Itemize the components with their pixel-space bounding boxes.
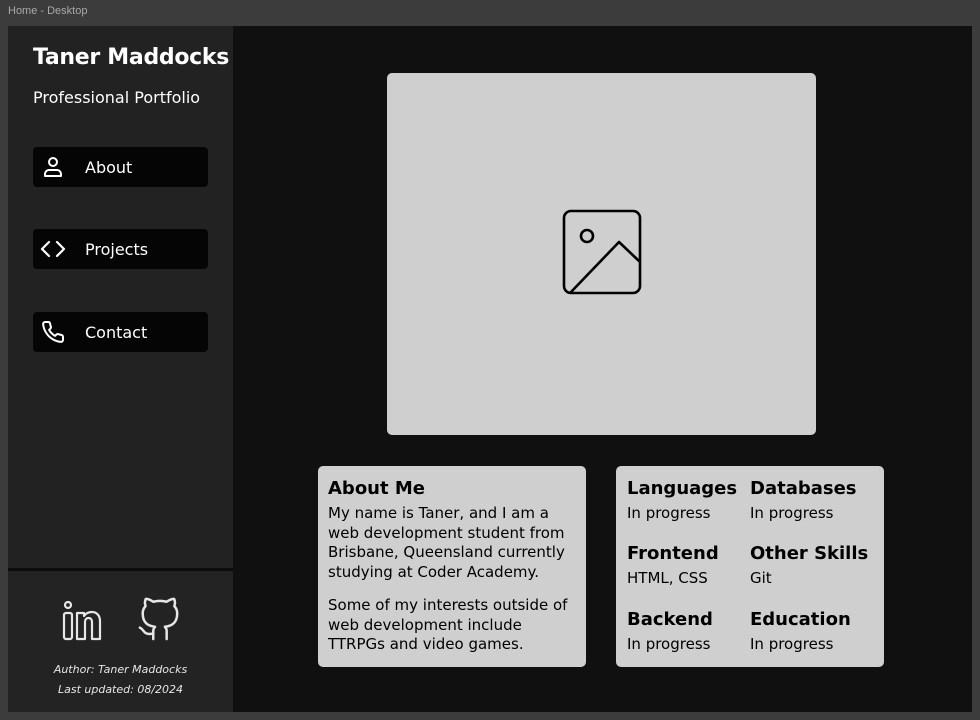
skill-languages: Languages In progress	[627, 478, 757, 523]
nav-contact-button[interactable]: Contact	[33, 312, 208, 352]
skill-value: In progress	[627, 635, 711, 653]
skill-title: Education	[750, 609, 851, 630]
image-placeholder-icon	[562, 209, 642, 300]
sidebar-footer: Author: Taner Maddocks Last updated: 08/…	[8, 568, 233, 712]
skill-title: Databases	[750, 478, 857, 499]
skill-value: In progress	[750, 635, 834, 653]
user-icon	[40, 154, 66, 180]
author-credit: Author: Taner Maddocks	[53, 663, 188, 676]
about-paragraph-1: My name is Taner, and I am a web develop…	[328, 504, 565, 581]
nav-about-button[interactable]: About	[33, 147, 208, 187]
hero-image-placeholder	[387, 73, 816, 435]
skill-value: In progress	[627, 504, 711, 522]
skill-databases: Databases In progress	[750, 478, 880, 523]
nav-about-label: About	[85, 157, 133, 177]
about-paragraph-2: Some of my interests outside of web deve…	[328, 596, 568, 653]
github-icon[interactable]	[136, 597, 182, 643]
skill-title: Backend	[627, 609, 713, 630]
skill-backend: Backend In progress	[627, 609, 757, 654]
skill-value: HTML, CSS	[627, 569, 708, 587]
nav-projects-label: Projects	[85, 239, 149, 259]
frame-label: Home - Desktop	[8, 5, 88, 17]
skill-value: Git	[750, 569, 772, 587]
nav-contact-label: Contact	[85, 322, 148, 342]
skill-education: Education In progress	[750, 609, 880, 654]
skill-value: In progress	[750, 504, 834, 522]
code-icon	[40, 236, 66, 262]
page-frame: Taner Maddocks Professional Portfolio Ab…	[8, 26, 972, 712]
linkedin-icon[interactable]	[58, 597, 104, 643]
skill-frontend: Frontend HTML, CSS	[627, 543, 757, 588]
phone-icon	[40, 319, 66, 345]
nav-projects-button[interactable]: Projects	[33, 229, 208, 269]
skill-title: Other Skills	[750, 543, 869, 564]
skill-title: Frontend	[627, 543, 719, 564]
about-me-card: About Me My name is Taner, and I am a we…	[318, 466, 586, 667]
about-title: About Me	[328, 478, 425, 499]
last-updated: Last updated: 08/2024	[57, 683, 184, 696]
site-title: Taner Maddocks	[33, 45, 230, 70]
skill-title: Languages	[627, 478, 738, 499]
site-subtitle: Professional Portfolio	[33, 88, 201, 107]
sidebar: Taner Maddocks Professional Portfolio Ab…	[8, 26, 233, 712]
skill-other: Other Skills Git	[750, 543, 880, 588]
skills-card: Languages In progress Databases In progr…	[616, 466, 884, 667]
